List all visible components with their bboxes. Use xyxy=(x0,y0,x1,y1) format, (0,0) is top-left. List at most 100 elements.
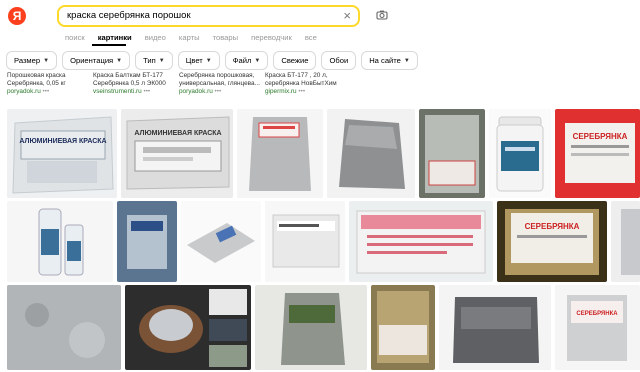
image-result[interactable]: АЛЮМИНИЕВАЯ КРАСКА xyxy=(121,109,233,198)
product-image xyxy=(181,201,261,282)
result-title: Краска Балткам БТ-177 xyxy=(93,72,163,79)
more-icon[interactable]: ••• xyxy=(298,88,305,95)
product-image xyxy=(439,285,551,370)
product-image: АЛЮМИНИЕВАЯ КРАСКА xyxy=(121,109,233,198)
chevron-down-icon: ▼ xyxy=(43,57,50,64)
image-result[interactable] xyxy=(489,109,551,198)
more-icon[interactable]: ••• xyxy=(43,88,50,95)
filter-bar: Размер ▼ Ориентация ▼ Тип ▼ Цвет ▼ Файл ▼ Све… xyxy=(6,51,418,70)
image-result[interactable] xyxy=(7,201,113,282)
filter-wallpapers[interactable]: Обои xyxy=(321,51,357,70)
filter-on-site[interactable]: На сайте ▼ xyxy=(361,51,418,70)
image-result[interactable] xyxy=(349,201,493,282)
image-result[interactable] xyxy=(255,285,367,370)
filter-color[interactable]: Цвет ▼ xyxy=(177,51,220,70)
result-source[interactable]: gipermix.ru xyxy=(265,88,297,95)
more-icon[interactable]: ••• xyxy=(143,88,150,95)
search-input[interactable]: краска серебрянка порошок xyxy=(67,10,191,21)
tab-video[interactable]: видео xyxy=(145,33,166,42)
camera-search-icon[interactable] xyxy=(376,9,388,21)
image-result[interactable] xyxy=(7,285,121,370)
filter-orientation[interactable]: Ориентация ▼ xyxy=(62,51,131,70)
filter-label: Тип xyxy=(143,56,156,65)
filter-label: Цвет xyxy=(185,56,203,65)
chevron-down-icon: ▼ xyxy=(158,57,165,64)
image-result[interactable] xyxy=(117,201,177,282)
image-result[interactable] xyxy=(237,109,323,198)
image-result[interactable] xyxy=(439,285,551,370)
search-tabs: поиск картинки видео карты товары перево… xyxy=(65,33,317,42)
tab-images[interactable]: картинки xyxy=(98,33,132,42)
result-title: универсальная, глянцева... xyxy=(179,80,260,87)
package-label: СЕРЕБРЯНКА xyxy=(573,132,628,141)
product-image xyxy=(7,285,121,370)
image-result[interactable]: СЕРЕБРЯНКА xyxy=(555,285,640,370)
chevron-down-icon: ▼ xyxy=(205,57,212,64)
result-title: Краска БТ-177 , 20 л, xyxy=(265,72,328,79)
image-result[interactable] xyxy=(371,285,435,370)
result-caption[interactable]: Краска БТ-177 , 20 л, серебрянка НовБытХ… xyxy=(265,72,351,96)
result-title: Серебрянка 0,5 л ЭК000 xyxy=(93,80,166,87)
result-title: Порошковая краска xyxy=(7,72,66,79)
yandex-logo[interactable]: Я xyxy=(8,7,26,25)
filter-label: Размер xyxy=(14,56,41,65)
product-image xyxy=(117,201,177,282)
result-captions: Порошковая краска Серебрянка, 0,05 кг po… xyxy=(7,72,351,96)
result-caption[interactable]: Серебрянка порошковая, универсальная, гл… xyxy=(179,72,265,96)
image-result[interactable] xyxy=(419,109,485,198)
product-image xyxy=(419,109,485,198)
product-image: СЕРЕБРЯНКА xyxy=(555,285,640,370)
product-image xyxy=(611,201,640,282)
filter-label: Свежие xyxy=(281,56,309,65)
image-result[interactable] xyxy=(265,201,345,282)
result-source[interactable]: poryadok.ru xyxy=(7,88,41,95)
package-label: СЕРЕБРЯНКА xyxy=(576,311,618,317)
image-result[interactable] xyxy=(327,109,415,198)
tab-maps[interactable]: карты xyxy=(179,33,200,42)
image-result[interactable] xyxy=(611,201,640,282)
product-image: СЕРЕБРЯНКА xyxy=(555,109,640,198)
result-source[interactable]: poryadok.ru xyxy=(179,88,213,95)
product-image xyxy=(489,109,551,198)
search-box[interactable]: краска серебрянка порошок × xyxy=(57,5,360,27)
product-image xyxy=(7,201,113,282)
filter-size[interactable]: Размер ▼ xyxy=(6,51,58,70)
result-source[interactable]: vseinstrumenti.ru xyxy=(93,88,142,95)
filter-type[interactable]: Тип ▼ xyxy=(135,51,173,70)
product-image xyxy=(265,201,345,282)
package-label: АЛЮМИНИЕВАЯ КРАСКА xyxy=(134,130,221,137)
result-caption[interactable]: Краска Балткам БТ-177 Серебрянка 0,5 л Э… xyxy=(93,72,179,96)
result-caption[interactable]: Порошковая краска Серебрянка, 0,05 кг po… xyxy=(7,72,93,96)
image-result[interactable] xyxy=(181,201,261,282)
image-result[interactable]: АЛЮМИНИЕВАЯ КРАСКА xyxy=(7,109,117,198)
image-result[interactable]: СЕРЕБРЯНКА xyxy=(497,201,607,282)
product-image: АЛЮМИНИЕВАЯ КРАСКА xyxy=(7,109,117,198)
filter-file[interactable]: Файл ▼ xyxy=(224,51,269,70)
filter-label: На сайте xyxy=(369,56,401,65)
filter-label: Обои xyxy=(329,56,349,65)
tab-all[interactable]: все xyxy=(305,33,317,42)
product-image xyxy=(255,285,367,370)
tab-products[interactable]: товары xyxy=(213,33,238,42)
filter-fresh[interactable]: Свежие xyxy=(273,51,317,70)
logo-letter: Я xyxy=(12,9,22,23)
product-image xyxy=(371,285,435,370)
product-image xyxy=(237,109,323,198)
clear-icon[interactable]: × xyxy=(343,8,351,24)
package-label: СЕРЕБРЯНКА xyxy=(525,222,580,231)
tab-translator[interactable]: переводчик xyxy=(251,33,292,42)
filter-label: Файл xyxy=(232,56,252,65)
more-icon[interactable]: ••• xyxy=(215,88,222,95)
product-image xyxy=(327,109,415,198)
tab-search[interactable]: поиск xyxy=(65,33,85,42)
chevron-down-icon: ▼ xyxy=(403,57,410,64)
active-tab-indicator xyxy=(92,44,126,46)
product-image xyxy=(125,285,251,370)
result-title: Серебрянка, 0,05 кг xyxy=(7,80,66,87)
filter-label: Ориентация xyxy=(70,56,114,65)
result-title: Серебрянка порошковая, xyxy=(179,72,255,79)
image-result[interactable]: СЕРЕБРЯНКА xyxy=(555,109,640,198)
result-title: серебрянка НовБытХим xyxy=(265,80,337,87)
image-result[interactable] xyxy=(125,285,251,370)
chevron-down-icon: ▼ xyxy=(116,57,123,64)
